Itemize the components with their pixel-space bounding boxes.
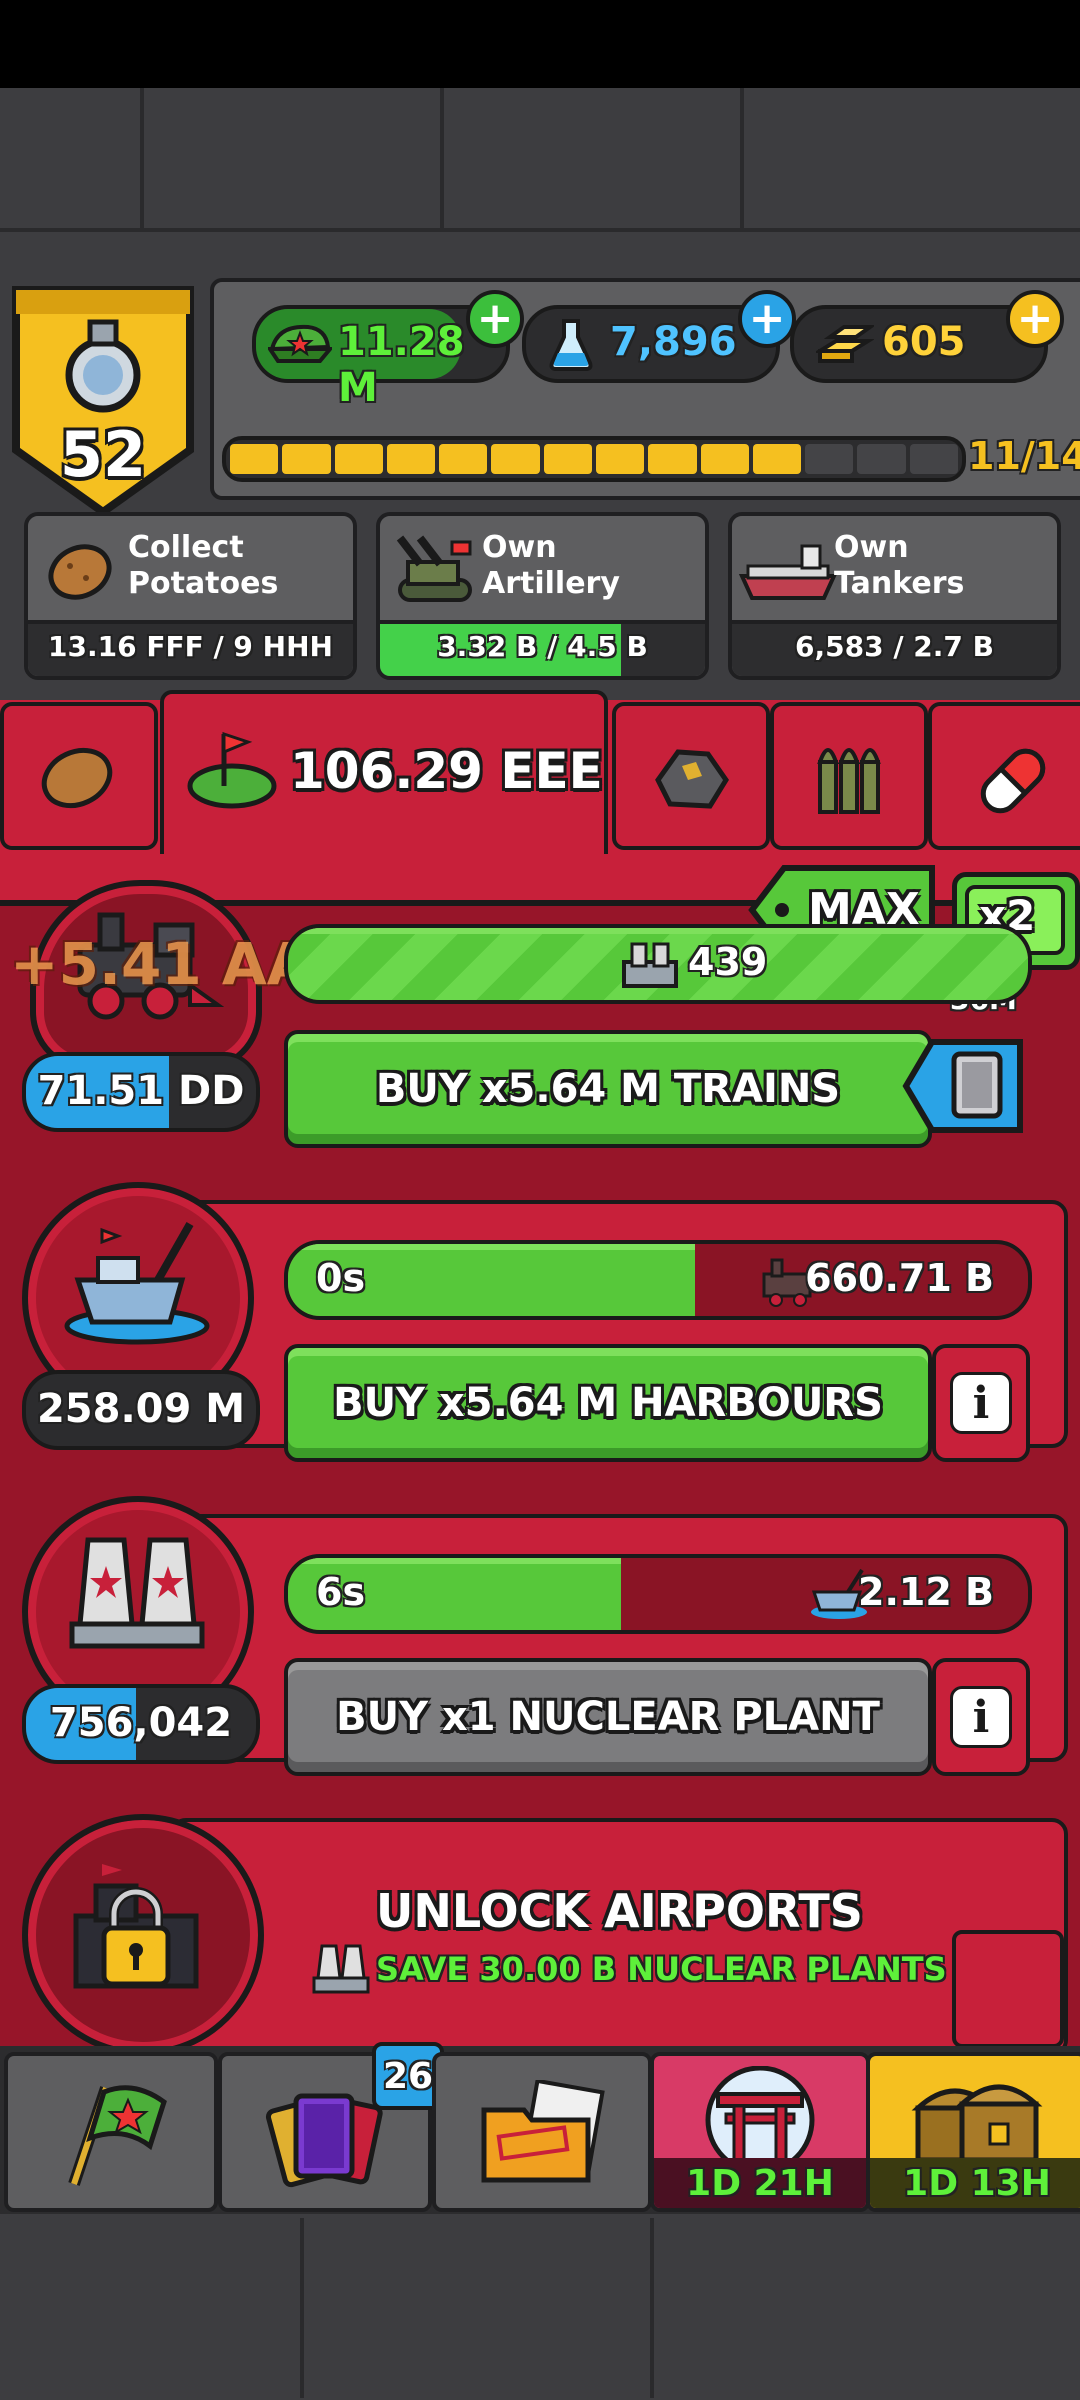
- gold-bars-icon: [816, 325, 874, 363]
- quest-progress: 13.16 FFF / 9 HHH: [28, 620, 353, 676]
- nuclear-count: 756,042: [22, 1684, 260, 1764]
- level-progress-segment: [439, 444, 488, 474]
- level-progress-segment: [334, 444, 383, 474]
- level-progress-segment: [857, 444, 906, 474]
- cards-badge-count: 26: [382, 2055, 434, 2097]
- quest-progress: 3.32 B / 4.5 B: [380, 620, 705, 676]
- nuclear-count-value: 756,042: [49, 1700, 233, 1746]
- red-flag-icon: [68, 2085, 167, 2186]
- folder-icon: [481, 2080, 605, 2183]
- player-level: 52: [59, 418, 147, 491]
- quest-progress-text: 13.16 FFF / 9 HHH: [48, 630, 333, 663]
- add-cash-button[interactable]: +: [466, 290, 524, 348]
- nuclear-progress: 6s 2.12 B: [284, 1554, 1032, 1634]
- tab-potatoes[interactable]: [0, 702, 158, 850]
- unlock-corner-plate: [952, 1930, 1064, 2048]
- card-swap-icon: [902, 1039, 1023, 1133]
- trains-count-value: 71.51 DD: [37, 1068, 245, 1114]
- level-progress-segment: [282, 444, 331, 474]
- quest-label: Own Artillery: [482, 530, 620, 601]
- harbours-progress-value: 660.71 B: [805, 1256, 994, 1300]
- harbour-ship-icon: [64, 1222, 210, 1345]
- nuclear-plant-mini-icon: [622, 942, 678, 988]
- level-progress-segment: [648, 444, 697, 474]
- info-icon: i: [950, 1372, 1012, 1434]
- gold-value: 605: [882, 319, 966, 365]
- tab-land-value: 106.29 EEE: [290, 742, 603, 800]
- pill-icon: [980, 748, 1046, 814]
- buy-nuclear-plant-button[interactable]: BUY x1 NUCLEAR PLANT: [284, 1658, 932, 1776]
- level-progress-segment: [543, 444, 592, 474]
- level-progress-segment: [909, 444, 958, 474]
- buy-trains-button[interactable]: BUY x5.64 M TRAINS: [284, 1030, 932, 1148]
- level-progress-segment: [805, 444, 854, 474]
- nuclear-progress-value: 2.12 B: [858, 1570, 994, 1614]
- flask-icon: [549, 319, 593, 371]
- trains-progress-value: 439: [688, 940, 768, 984]
- tab-medicine[interactable]: [928, 702, 1080, 850]
- level-progress-bar: [222, 436, 966, 482]
- army-cap-icon: [268, 324, 332, 363]
- tab-ore[interactable]: [612, 702, 770, 850]
- buy-harbours-button[interactable]: BUY x5.64 M HARBOURS: [284, 1344, 932, 1462]
- cards-icon: [265, 2093, 383, 2188]
- tab-land-active[interactable]: 106.29 EEE: [160, 690, 608, 854]
- level-progress-segment: [230, 444, 279, 474]
- land-flag-icon: [187, 731, 277, 809]
- add-gold-button[interactable]: +: [1006, 290, 1064, 348]
- harbours-count-value: 258.09 M: [36, 1386, 246, 1432]
- ammo-icon: [817, 748, 881, 814]
- level-progress-segment: [386, 444, 436, 474]
- add-science-button[interactable]: +: [738, 290, 796, 348]
- harbours-count: 258.09 M: [22, 1370, 260, 1450]
- unlock-title: UNLOCK AIRPORTS: [376, 1884, 863, 1938]
- treasure-chest-icon: [911, 2084, 1043, 2163]
- science-value: 7,896: [610, 319, 737, 365]
- harbours-info-button[interactable]: i: [932, 1344, 1030, 1462]
- status-bar: [0, 0, 1080, 88]
- potato-icon: [48, 544, 112, 600]
- quest-own-artillery[interactable]: Own Artillery 3.32 B / 4.5 B: [376, 512, 709, 680]
- quest-progress-text: 3.32 B / 4.5 B: [437, 630, 648, 663]
- quest-own-tankers[interactable]: Own Tankers 6,583 / 2.7 B: [728, 512, 1061, 680]
- airport-lock-icon: [73, 1864, 199, 1989]
- level-banner[interactable]: 52: [8, 280, 198, 520]
- nav-event[interactable]: 1D 21H: [650, 2052, 870, 2212]
- quest-progress-text: 6,583 / 2.7 B: [795, 630, 994, 663]
- potato-icon: [41, 747, 113, 809]
- nuclear-plant-icon: [69, 1537, 205, 1649]
- nav-chests[interactable]: 1D 13H: [866, 2052, 1080, 2212]
- chest-timer: 1D 13H: [903, 2163, 1051, 2204]
- level-progress-segment: [595, 444, 645, 474]
- nuclear-progress-time: 6s: [316, 1570, 366, 1614]
- tanker-icon: [738, 544, 838, 600]
- level-progress-segment: [752, 444, 802, 474]
- quest-progress: 6,583 / 2.7 B: [732, 620, 1057, 676]
- quest-label: Own Tankers: [834, 530, 965, 601]
- card-swap-button[interactable]: [902, 1026, 1032, 1146]
- level-progress-segment: [700, 444, 749, 474]
- tab-ammo[interactable]: [770, 702, 928, 850]
- harbours-progress-time: 0s: [316, 1256, 366, 1300]
- artillery-icon: [396, 535, 472, 602]
- harbours-progress: 0s 660.71 B: [284, 1240, 1032, 1320]
- trains-progress: 439: [284, 924, 1032, 1004]
- quest-label: Collect Potatoes: [128, 530, 279, 601]
- event-timer: 1D 21H: [686, 2163, 834, 2204]
- trains-floating-gain: +5.41 AA: [10, 930, 312, 998]
- quest-collect-potatoes[interactable]: Collect Potatoes 13.16 FFF / 9 HHH: [24, 512, 357, 680]
- info-icon: i: [950, 1686, 1012, 1748]
- trains-count: 71.51 DD: [22, 1052, 260, 1132]
- ore-icon: [655, 749, 729, 809]
- unlock-requirement: SAVE 30.00 B NUCLEAR PLANTS: [376, 1950, 947, 1988]
- nuclear-plant-mini-icon: [312, 1944, 370, 1994]
- nav-missions[interactable]: [432, 2052, 652, 2212]
- nuclear-info-button[interactable]: i: [932, 1658, 1030, 1776]
- nav-army-flag[interactable]: [4, 2052, 218, 2212]
- level-progress-label: 11/14: [968, 434, 1080, 478]
- level-progress-segment: [491, 444, 540, 474]
